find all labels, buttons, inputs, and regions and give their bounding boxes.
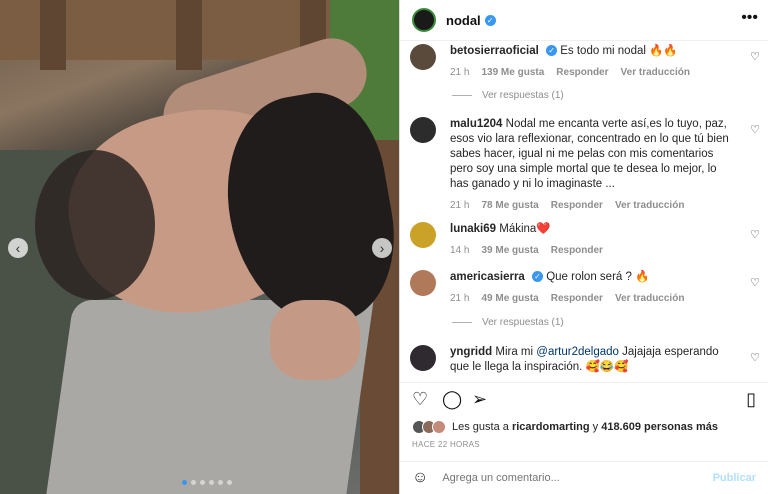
prev-photo-button[interactable]: ‹ xyxy=(8,238,28,258)
comment-text: Que rolon será ? 🔥 xyxy=(546,271,650,283)
heart-icon[interactable]: ♡ xyxy=(750,276,760,289)
verified-icon: ✓ xyxy=(484,14,496,26)
comments-list: betosierraoficial ✓ Es todo mi nodal 🔥🔥 … xyxy=(400,40,768,381)
heart-icon[interactable]: ♡ xyxy=(412,389,428,410)
comment-mention[interactable]: @artur2delgado xyxy=(536,346,619,358)
comment-username[interactable]: americasierra xyxy=(450,271,525,283)
comment-text: Es todo mi nodal 🔥🔥 xyxy=(560,45,678,57)
comment-username[interactable]: betosierraoficial xyxy=(450,45,539,57)
comment-text: Mira mi xyxy=(495,346,534,358)
heart-icon[interactable]: ♡ xyxy=(750,228,760,241)
comment-likes[interactable]: 78 Me gusta xyxy=(481,198,538,213)
beard xyxy=(35,150,155,300)
liker-avatars xyxy=(412,420,446,434)
comment-time[interactable]: 21 h xyxy=(450,291,469,306)
post-photo: ‹ › xyxy=(0,0,399,494)
likes-prefix: Les gusta a xyxy=(452,421,509,433)
publish-button[interactable]: Publicar xyxy=(713,472,756,484)
add-comment-bar: ☺ Publicar xyxy=(400,461,768,494)
chevron-left-icon: ‹ xyxy=(15,240,21,256)
reply-button[interactable]: Responder xyxy=(551,291,603,306)
post-time[interactable]: HACE 22 HORAS xyxy=(412,440,480,449)
commenter-avatar[interactable] xyxy=(410,44,436,70)
carousel-dot xyxy=(191,480,196,485)
comment-item: yngridd Mira mi @artur2delgado Jajajaja … xyxy=(410,345,760,375)
post-panel: nodal ✓ ••• betosierraoficial ✓ Es todo … xyxy=(399,0,768,494)
commenter-avatar[interactable] xyxy=(410,345,436,371)
liked-by-user[interactable]: ricardomarting xyxy=(512,421,590,433)
comment-likes[interactable]: 39 Me gusta xyxy=(481,243,538,258)
translate-button[interactable]: Ver traducción xyxy=(621,65,690,80)
comment-username[interactable]: lunaki69 xyxy=(450,223,496,235)
likes-mid: y xyxy=(592,421,599,433)
divider xyxy=(452,95,472,96)
comment-likes[interactable]: 49 Me gusta xyxy=(481,291,538,306)
comment-item: americasierra ✓ Que rolon será ? 🔥 21 h … xyxy=(410,270,760,306)
likes-summary: Les gusta a ricardomarting y 418.609 per… xyxy=(412,420,718,434)
reply-button[interactable]: Responder xyxy=(551,243,603,258)
emoji-icon[interactable]: ☺ xyxy=(412,469,428,487)
action-bar: ♡ ◯ ➢ ▯ xyxy=(400,382,768,419)
translate-button[interactable]: Ver traducción xyxy=(615,291,684,306)
reply-button[interactable]: Responder xyxy=(551,198,603,213)
author-username[interactable]: nodal xyxy=(446,13,481,28)
view-replies[interactable]: Ver respuestas (1) xyxy=(452,317,564,328)
carousel-dot xyxy=(200,480,205,485)
divider xyxy=(452,322,472,323)
heart-icon[interactable]: ♡ xyxy=(750,123,760,136)
verified-icon: ✓ xyxy=(546,45,558,57)
view-replies-label: Ver respuestas (1) xyxy=(482,317,564,328)
comment-input[interactable] xyxy=(440,471,713,485)
verified-icon: ✓ xyxy=(532,271,544,283)
author-avatar[interactable] xyxy=(412,8,436,32)
next-photo-button[interactable]: › xyxy=(372,238,392,258)
comment-time[interactable]: 21 h xyxy=(450,198,469,213)
carousel-dot-active xyxy=(182,480,187,485)
view-replies-label: Ver respuestas (1) xyxy=(482,90,564,101)
view-replies[interactable]: Ver respuestas (1) xyxy=(452,90,564,101)
carousel-dot xyxy=(218,480,223,485)
hand xyxy=(270,300,360,380)
comment-item: malu1204 Nodal me encanta verte así,es l… xyxy=(410,117,760,213)
comment-text: Mákina❤️ xyxy=(499,223,551,235)
send-icon[interactable]: ➢ xyxy=(472,389,487,410)
comment-icon[interactable]: ◯ xyxy=(442,389,462,410)
bench-slat xyxy=(40,0,66,70)
bookmark-icon[interactable]: ▯ xyxy=(746,389,756,410)
comment-likes[interactable]: 139 Me gusta xyxy=(481,65,544,80)
more-icon[interactable]: ••• xyxy=(741,9,758,27)
reply-button[interactable]: Responder xyxy=(556,65,608,80)
liker-avatar xyxy=(432,420,446,434)
translate-button[interactable]: Ver traducción xyxy=(615,198,684,213)
comment-item: lunaki69 Mákina❤️ 14 h 39 Me gusta Respo… xyxy=(410,222,760,258)
carousel-dots xyxy=(182,480,232,485)
bench-slat xyxy=(176,0,202,70)
heart-icon[interactable]: ♡ xyxy=(750,50,760,63)
likes-suffix[interactable]: personas más xyxy=(644,421,718,433)
comment-username[interactable]: yngridd xyxy=(450,346,492,358)
heart-icon[interactable]: ♡ xyxy=(750,351,760,364)
comment-time[interactable]: 21 h xyxy=(450,65,469,80)
post-header: nodal ✓ ••• xyxy=(400,0,768,41)
comment-username[interactable]: malu1204 xyxy=(450,118,502,130)
commenter-avatar[interactable] xyxy=(410,270,436,296)
chevron-right-icon: › xyxy=(379,240,385,256)
carousel-dot xyxy=(227,480,232,485)
comment-item: betosierraoficial ✓ Es todo mi nodal 🔥🔥 … xyxy=(410,44,760,80)
likes-count[interactable]: 418.609 xyxy=(601,421,641,433)
commenter-avatar[interactable] xyxy=(410,117,436,143)
commenter-avatar[interactable] xyxy=(410,222,436,248)
comment-time[interactable]: 14 h xyxy=(450,243,469,258)
carousel-dot xyxy=(209,480,214,485)
